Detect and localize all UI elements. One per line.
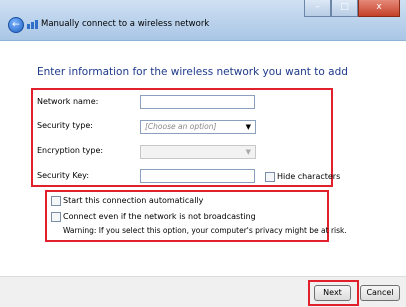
maximize-button[interactable]: □ — [331, 0, 358, 17]
connect-not-broadcasting-label: Connect even if the network is not broad… — [63, 212, 256, 221]
security-type-value: [Choose an option] — [145, 122, 217, 131]
title-bar: ← Manually connect to a wireless network… — [0, 0, 406, 41]
hide-characters-checkbox[interactable] — [265, 172, 275, 182]
network-name-input[interactable] — [140, 95, 255, 109]
network-name-label: Network name: — [37, 97, 99, 106]
security-type-label: Security type: — [37, 121, 93, 130]
dropdown-arrow-icon: ▼ — [245, 123, 251, 131]
window-title: Manually connect to a wireless network — [41, 19, 210, 29]
encryption-type-select[interactable]: ▼ — [140, 145, 256, 159]
connect-not-broadcasting-checkbox[interactable] — [51, 212, 61, 222]
privacy-warning-text: Warning: If you select this option, your… — [63, 226, 347, 235]
start-automatically-checkbox[interactable] — [51, 196, 61, 206]
security-key-label: Security Key: — [37, 171, 90, 180]
cancel-button[interactable]: Cancel — [360, 285, 400, 301]
security-type-select[interactable]: [Choose an option] ▼ — [140, 120, 256, 134]
start-automatically-label: Start this connection automatically — [63, 196, 204, 205]
encryption-type-label: Encryption type: — [37, 146, 104, 155]
window-controls: – □ x — [304, 0, 400, 18]
page-heading: Enter information for the wireless netwo… — [37, 66, 348, 78]
close-button[interactable]: x — [358, 0, 400, 17]
wireless-network-icon — [27, 20, 38, 29]
next-button[interactable]: Next — [314, 285, 351, 301]
minimize-button[interactable]: – — [304, 0, 331, 17]
hide-characters-label: Hide characters — [277, 172, 341, 181]
back-arrow-icon[interactable]: ← — [8, 17, 24, 33]
dropdown-arrow-icon: ▼ — [245, 148, 251, 156]
security-key-input[interactable] — [140, 169, 255, 183]
